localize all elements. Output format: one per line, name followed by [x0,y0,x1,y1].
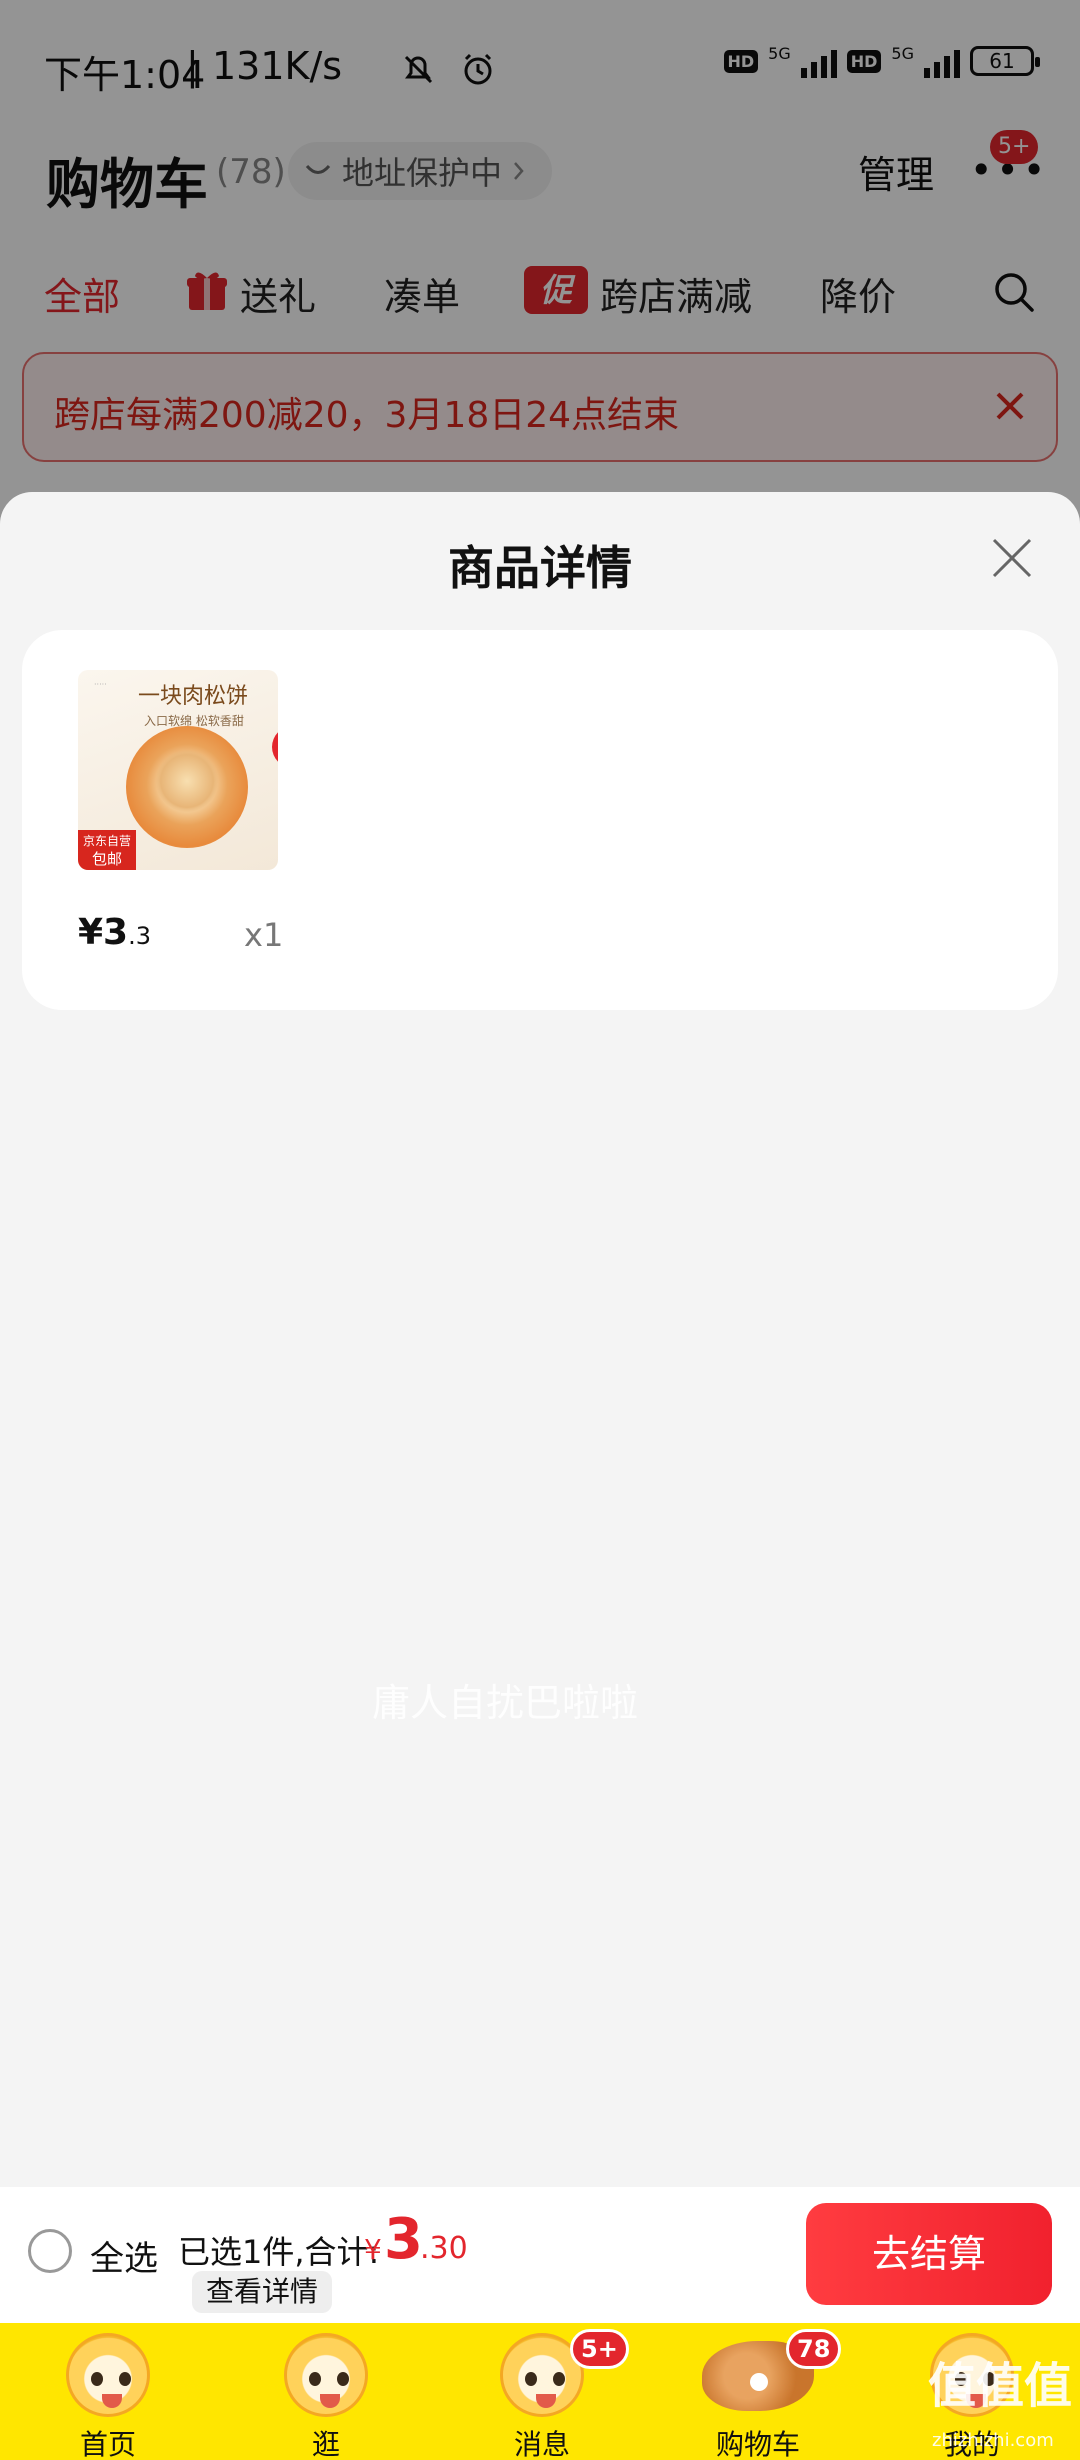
close-sheet-icon[interactable] [988,534,1036,582]
corner-watermark-url: zhizhizhi.com [932,2430,1054,2451]
tab-cart[interactable]: 78 购物车 [678,2323,842,2460]
product-detail-sheet: 商品详情 ····· 一块肉松饼 入口软绵 松软香甜 京东自营 包邮 ¥3.3 … [0,492,1080,2187]
cart-badge: 78 [786,2329,842,2369]
product-thumbnail[interactable]: ····· 一块肉松饼 入口软绵 松软香甜 京东自营 包邮 [78,670,278,870]
home-mascot-icon [66,2333,150,2417]
modal-overlay[interactable] [0,0,1080,540]
watermark: 庸人自扰巴啦啦 [371,1681,638,1725]
checkout-button[interactable]: 去结算 [806,2203,1052,2305]
select-all-label[interactable]: 全选 [90,2231,158,2280]
total-integer: 3 [384,2207,423,2272]
corner-watermark: 值值值 [928,2358,1073,2414]
checkout-bar: 全选 已选1件,合计: ¥ 3 .30 查看详情 去结算 [0,2187,1080,2323]
bottom-tab-bar: 首页 逛 5+ 消息 78 购物车 我的 [0,2323,1080,2460]
tab-browse[interactable]: 逛 [246,2323,406,2460]
self-operated-badge: 京东自营 包邮 [78,830,136,870]
product-card: ····· 一块肉松饼 入口软绵 松软香甜 京东自营 包邮 ¥3.3 x1 [22,630,1058,1010]
tab-messages[interactable]: 5+ 消息 [462,2323,629,2460]
browse-mascot-icon [284,2333,368,2417]
select-all-radio[interactable] [28,2229,72,2273]
selection-summary: 已选1件,合计: [178,2233,380,2271]
sheet-title: 商品详情 [448,541,632,595]
thumb-title: 一块肉松饼 [138,684,249,709]
product-quantity: x1 [244,916,284,954]
total-currency: ¥ [364,2233,382,2266]
selected-check-icon [272,732,278,762]
product-price: ¥3.3 [78,912,152,953]
tab-home[interactable]: 首页 [28,2323,188,2460]
view-details-button[interactable]: 查看详情 [192,2271,332,2313]
messages-badge: 5+ [570,2329,629,2369]
total-decimal: .30 [420,2231,468,2266]
